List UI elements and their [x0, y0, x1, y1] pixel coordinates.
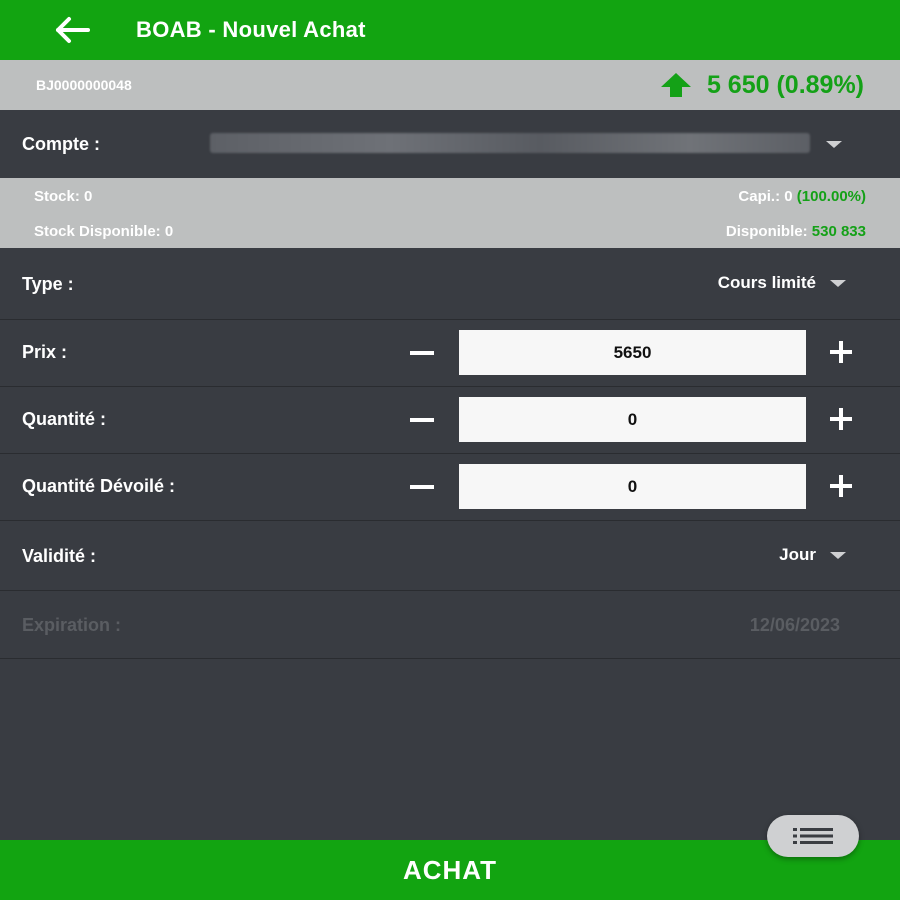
minus-icon [410, 351, 434, 355]
buy-button[interactable]: ACHAT [0, 840, 900, 900]
price-input[interactable] [459, 330, 806, 375]
order-type-select[interactable]: Cours limité [718, 273, 846, 293]
available-stock-info: Stock Disponible: 0 [34, 223, 173, 240]
validity-value: Jour [779, 545, 816, 564]
order-screen: BOAB - Nouvel Achat BJ0000000048 5 650 (… [0, 0, 900, 900]
price-increment-button[interactable] [828, 340, 854, 366]
available-stock-value: 0 [164, 223, 174, 240]
disponible-info: Disponible: 530 833 [726, 223, 866, 240]
validity-select[interactable]: Jour [779, 545, 846, 565]
disclosed-quantity-label: Quantité Dévoilé : [22, 476, 176, 496]
app-header: BOAB - Nouvel Achat [0, 0, 900, 60]
expiration-date: 12/06/2023 [749, 615, 840, 635]
capi-label: Capi.: [738, 188, 781, 205]
quantity-increment-button[interactable] [828, 407, 854, 433]
order-type-label: Type : [22, 274, 74, 294]
order-list-button[interactable] [767, 815, 859, 857]
chevron-down-icon [830, 551, 846, 559]
expiration-label: Expiration : [22, 615, 122, 635]
disponible-value: 530 833 [811, 223, 866, 240]
capi-info: Capi.: 0 (100.00%) [738, 188, 866, 205]
minus-icon [410, 418, 434, 422]
quantity-label: Quantité : [22, 409, 106, 429]
stock-info-panel: Stock: 0 Stock Disponible: 0 Capi.: 0 (1… [0, 178, 900, 248]
expiration-row: Expiration : 12/06/2023 [0, 591, 900, 659]
account-label: Compte : [22, 133, 100, 154]
price-change-value: 5 650 (0.89%) [706, 70, 864, 99]
minus-icon [410, 485, 434, 489]
account-row: Compte : [0, 110, 900, 178]
quantity-input[interactable] [459, 397, 806, 442]
chevron-down-icon [830, 279, 846, 287]
page-title: BOAB - Nouvel Achat [136, 17, 366, 42]
capi-value: 0 [784, 188, 793, 205]
account-select[interactable] [210, 133, 810, 153]
validity-row: Validité : Jour [0, 521, 900, 591]
list-icon [793, 828, 833, 844]
stock-value: 0 [84, 188, 93, 205]
validity-label: Validité : [22, 546, 97, 566]
available-stock-label: Stock Disponible: [34, 223, 161, 240]
chevron-down-icon[interactable] [826, 141, 842, 148]
disclosed-quantity-increment-button[interactable] [828, 474, 854, 500]
buy-button-label: ACHAT [402, 854, 498, 885]
quantity-decrement-button[interactable] [408, 409, 436, 431]
quantity-row: Quantité : [0, 387, 900, 454]
capi-percent: (100.00%) [796, 188, 866, 205]
back-button[interactable] [52, 10, 92, 50]
price-decrement-button[interactable] [408, 342, 436, 364]
arrow-left-icon [56, 17, 90, 43]
disclosed-quantity-row: Quantité Dévoilé : [0, 454, 900, 521]
order-type-value: Cours limité [717, 273, 816, 292]
disclosed-quantity-decrement-button[interactable] [408, 476, 436, 498]
instrument-bar: BJ0000000048 5 650 (0.89%) [0, 60, 900, 110]
disclosed-quantity-input[interactable] [459, 464, 806, 509]
price-change: 5 650 (0.89%) [659, 71, 864, 100]
stock-label: Stock: [34, 188, 80, 205]
order-type-row: Type : Cours limité [0, 248, 900, 320]
disponible-label: Disponible: [725, 223, 808, 240]
price-label: Prix : [22, 342, 68, 362]
stock-info: Stock: 0 [34, 188, 92, 205]
price-row: Prix : [0, 320, 900, 387]
instrument-isin: BJ0000000048 [36, 77, 132, 93]
arrow-up-icon [659, 72, 693, 98]
